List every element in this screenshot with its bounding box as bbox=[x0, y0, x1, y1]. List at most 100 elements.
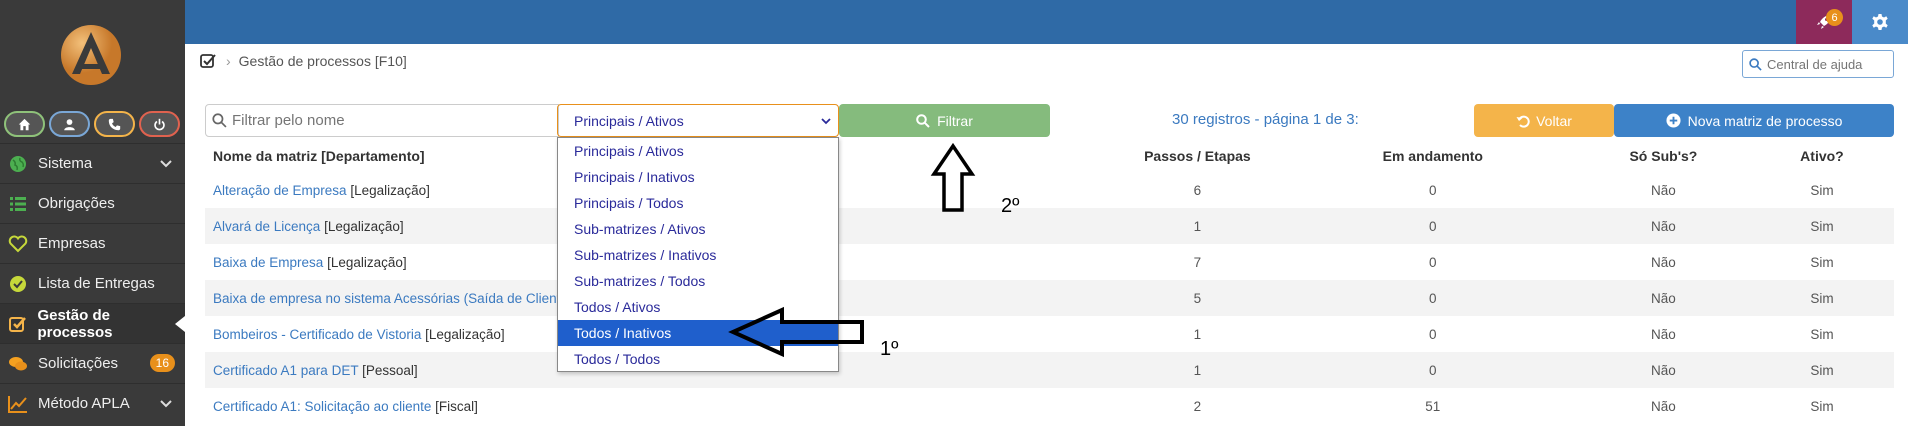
sidebar-item-solicitacoes[interactable]: Solicitações 16 bbox=[0, 343, 185, 383]
sidebar-item-empresas[interactable]: Empresas bbox=[0, 223, 185, 263]
sub-cell: Não bbox=[1651, 254, 1676, 270]
progress-cell: 0 bbox=[1429, 362, 1437, 378]
search-icon bbox=[1749, 57, 1762, 71]
table-row[interactable]: Baixa de empresa no sistema Acessórias (… bbox=[205, 280, 1894, 316]
home-button[interactable] bbox=[4, 111, 45, 137]
dropdown-option[interactable]: Todos / Ativos bbox=[558, 294, 838, 320]
steps-cell: 1 bbox=[1193, 362, 1202, 378]
search-icon bbox=[916, 113, 930, 128]
matrix-name-link[interactable]: Baixa de Empresa bbox=[213, 255, 323, 270]
dropdown-option[interactable]: Todos / Todos bbox=[558, 346, 838, 372]
check-circle-icon bbox=[8, 274, 28, 294]
matrix-department: [Fiscal] bbox=[435, 398, 478, 414]
dropdown-option[interactable]: Principais / Inativos bbox=[558, 164, 838, 190]
back-button-label: Voltar bbox=[1536, 112, 1572, 129]
sidebar-item-sistema[interactable]: Sistema bbox=[0, 143, 185, 183]
dropdown-option[interactable]: Sub-matrizes / Ativos bbox=[558, 216, 838, 242]
sidebar-item-label: Lista de Entregas bbox=[38, 275, 155, 292]
matrix-department: [Legalização] bbox=[425, 326, 505, 342]
power-button[interactable] bbox=[139, 111, 180, 137]
matrix-name-link[interactable]: Baixa de empresa no sistema Acessórias (… bbox=[213, 291, 568, 306]
sidebar-item-metodo-apla[interactable]: Método APLA bbox=[0, 383, 185, 423]
table-row[interactable]: Certificado A1: Solicitação ao cliente [… bbox=[205, 388, 1894, 424]
notification-badge: 16 bbox=[149, 354, 175, 372]
dropdown-option[interactable]: Sub-matrizes / Inativos bbox=[558, 242, 838, 268]
globe-icon bbox=[8, 154, 28, 174]
sub-cell: Não bbox=[1651, 290, 1676, 306]
annotation-step-2: 2º bbox=[1001, 195, 1020, 217]
sub-cell: Não bbox=[1651, 398, 1676, 414]
active-cell: Sim bbox=[1810, 218, 1834, 234]
header-active[interactable]: Ativo? bbox=[1750, 148, 1894, 164]
app-logo[interactable] bbox=[60, 24, 122, 86]
help-search[interactable] bbox=[1742, 50, 1894, 78]
user-button[interactable] bbox=[49, 111, 90, 137]
progress-cell: 0 bbox=[1429, 218, 1437, 234]
matrix-name-link[interactable]: Certificado A1 para DET bbox=[213, 363, 358, 378]
sidebar-item-obrigacoes[interactable]: Obrigações bbox=[0, 183, 185, 223]
matrix-name-link[interactable]: Alvará de Licença bbox=[213, 219, 320, 234]
filter-button[interactable]: Filtrar bbox=[839, 104, 1050, 137]
new-matrix-button[interactable]: Nova matriz de processo bbox=[1614, 104, 1894, 137]
table-row[interactable]: Certificado A1 para DET [Pessoal] 1 0 Nã… bbox=[205, 352, 1894, 388]
header-steps[interactable]: Passos / Etapas bbox=[1106, 148, 1289, 164]
sub-cell: Não bbox=[1651, 218, 1676, 234]
settings-button[interactable] bbox=[1852, 0, 1908, 44]
dropdown-option[interactable]: Principais / Todos bbox=[558, 190, 838, 216]
name-filter-input[interactable] bbox=[232, 112, 552, 129]
header-sub[interactable]: Só Sub's? bbox=[1577, 148, 1750, 164]
status-select[interactable]: Principais / Ativos bbox=[557, 104, 839, 137]
chevron-down-icon bbox=[160, 400, 172, 408]
sidebar-item-label: Gestão de processos bbox=[37, 306, 113, 341]
rocket-button[interactable]: 6 bbox=[1796, 0, 1852, 44]
checkbox-icon bbox=[200, 54, 216, 68]
annotation-step-1: 1º bbox=[880, 338, 899, 360]
table-header: Nome da matriz [Departamento] Passos / E… bbox=[205, 140, 1894, 172]
back-button[interactable]: Voltar bbox=[1474, 104, 1614, 137]
active-cell: Sim bbox=[1810, 290, 1834, 306]
dropdown-option[interactable]: Principais / Ativos bbox=[558, 138, 838, 164]
breadcrumb-separator: › bbox=[226, 53, 231, 69]
progress-cell: 0 bbox=[1429, 182, 1437, 198]
active-cell: Sim bbox=[1810, 362, 1834, 378]
progress-cell: 0 bbox=[1429, 326, 1437, 342]
heart-icon bbox=[8, 234, 28, 254]
sidebar-item-label: Método APLA bbox=[38, 395, 130, 412]
table-row[interactable]: Baixa de Empresa [Legalização] 7 0 Não S… bbox=[205, 244, 1894, 280]
status-dropdown-list: Principais / Ativos Principais / Inativo… bbox=[557, 137, 839, 372]
steps-cell: 2 bbox=[1193, 398, 1202, 414]
list-icon bbox=[8, 194, 28, 214]
table-row[interactable]: Alvará de Licença [Legalização] 1 0 Não … bbox=[205, 208, 1894, 244]
filter-button-label: Filtrar bbox=[937, 112, 973, 129]
chevron-down-icon bbox=[821, 118, 831, 125]
sidebar-item-label: Solicitações bbox=[38, 355, 119, 372]
status-select-value: Principais / Ativos bbox=[574, 112, 684, 129]
steps-cell: 1 bbox=[1193, 326, 1202, 342]
matrix-name-link[interactable]: Certificado A1: Solicitação ao cliente bbox=[213, 399, 431, 414]
matrix-name-link[interactable]: Alteração de Empresa bbox=[213, 183, 347, 198]
table-row[interactable]: Alteração de Empresa [Legalização] 6 0 N… bbox=[205, 172, 1894, 208]
matrix-department: [Pessoal] bbox=[362, 362, 418, 378]
gear-icon bbox=[1872, 14, 1888, 30]
table-row[interactable]: Bombeiros - Certificado de Vistoria [Leg… bbox=[205, 316, 1894, 352]
dropdown-option-selected[interactable]: Todos / Inativos bbox=[558, 320, 838, 346]
matrix-name-link[interactable]: Bombeiros - Certificado de Vistoria bbox=[213, 327, 421, 342]
search-icon bbox=[212, 113, 227, 128]
help-search-input[interactable] bbox=[1767, 56, 1887, 72]
page-title: Gestão de processos [F10] bbox=[238, 53, 407, 69]
sub-cell: Não bbox=[1651, 362, 1676, 378]
header-progress[interactable]: Em andamento bbox=[1289, 148, 1577, 164]
progress-cell: 0 bbox=[1429, 254, 1437, 270]
dropdown-option[interactable]: Sub-matrizes / Todos bbox=[558, 268, 838, 294]
undo-icon bbox=[1516, 115, 1530, 128]
name-filter[interactable] bbox=[205, 104, 559, 137]
chart-icon bbox=[8, 394, 28, 414]
new-matrix-button-label: Nova matriz de processo bbox=[1687, 112, 1843, 129]
sidebar-item-label: Empresas bbox=[38, 235, 106, 252]
matrix-department: [Legalização] bbox=[350, 182, 430, 198]
sidebar-item-lista-entregas[interactable]: Lista de Entregas bbox=[0, 263, 185, 303]
phone-button[interactable] bbox=[94, 111, 135, 137]
sidebar-item-gestao-processos[interactable]: Gestão de processos bbox=[0, 303, 185, 343]
user-icon bbox=[64, 118, 75, 130]
steps-cell: 5 bbox=[1193, 290, 1202, 306]
